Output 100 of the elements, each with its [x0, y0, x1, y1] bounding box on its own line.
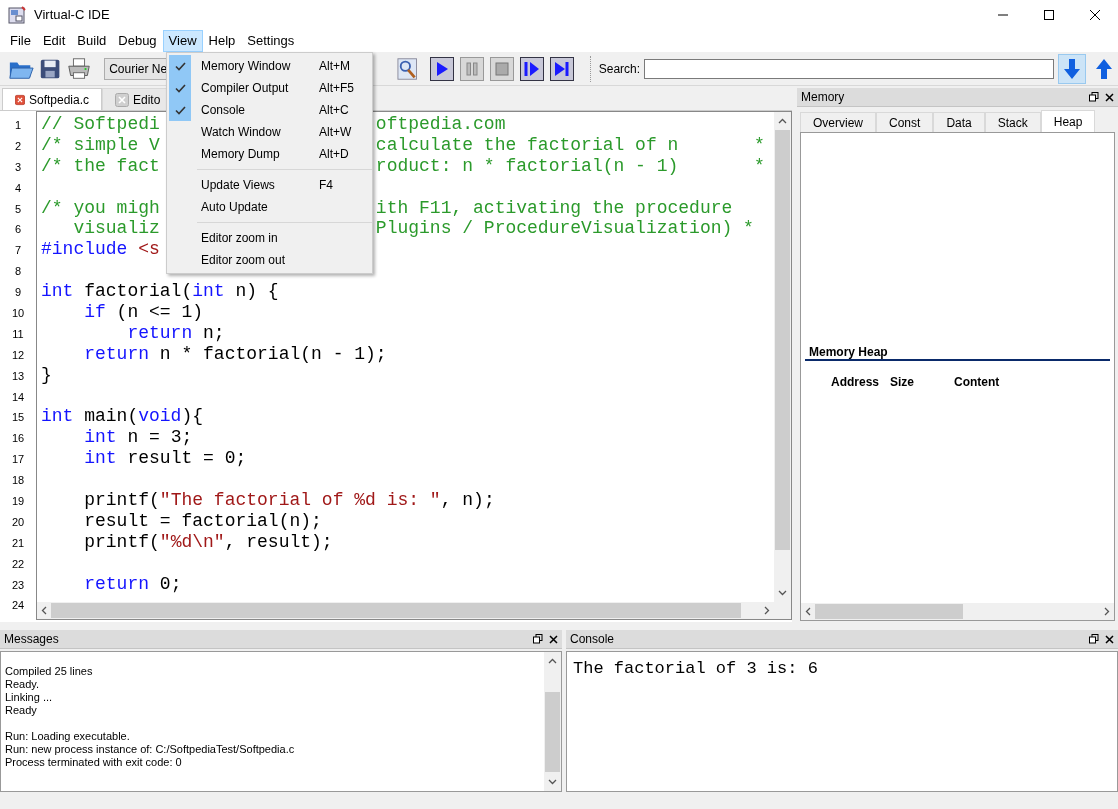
- code-text: }: [41, 364, 52, 385]
- code-keyword: return: [126, 322, 193, 343]
- menu-entry[interactable]: Editor zoom out: [167, 249, 372, 271]
- code-keyword: #include: [41, 239, 128, 260]
- scroll-up-icon[interactable]: [548, 658, 557, 664]
- line-number: 15: [11, 410, 25, 426]
- code-text: n) {: [234, 281, 279, 302]
- memory-tab[interactable]: Const: [876, 112, 934, 132]
- line-number: 10: [11, 305, 25, 321]
- shortcut-text: Alt+F5: [319, 80, 354, 97]
- line-number: 7: [14, 243, 22, 259]
- float-icon[interactable]: [533, 634, 543, 644]
- vertical-scrollbar[interactable]: [774, 112, 791, 602]
- scroll-left-icon[interactable]: [41, 606, 47, 615]
- message-line: Run: new process instance of: C:/SoftpediaTest/Softpedia.c: [5, 743, 296, 756]
- message-line: Process terminated with exit code: 0: [5, 756, 183, 769]
- line-number: 8: [14, 264, 22, 280]
- stop-button[interactable]: [489, 56, 514, 81]
- heap-heading: Memory Heap: [805, 345, 1110, 361]
- code-keyword: return: [83, 343, 150, 364]
- code-text: printf(: [83, 490, 160, 511]
- menu-entry[interactable]: Editor zoom in: [167, 227, 372, 249]
- shortcut-text: Alt+C: [319, 102, 349, 119]
- search-label: Search:: [598, 60, 641, 78]
- menu-entry[interactable]: Update Views F4: [167, 174, 372, 196]
- check-icon: [174, 105, 186, 115]
- horizontal-scrollbar[interactable]: [37, 602, 774, 619]
- scroll-left-icon[interactable]: [805, 607, 811, 616]
- code-keyword: int: [41, 281, 74, 302]
- line-number: 11: [12, 326, 24, 342]
- search-field[interactable]: [644, 58, 1055, 79]
- window-title: Virtual-C IDE: [34, 6, 110, 25]
- console-output: The factorial of 3 is: 6: [573, 658, 819, 680]
- code-text: n * factorial(n - 1);: [158, 343, 387, 364]
- line-number: 6: [14, 222, 22, 238]
- menu-entry[interactable]: Memory Dump Alt+D: [167, 143, 372, 165]
- menu-item[interactable]: Edit: [36, 30, 72, 52]
- code-text: n = 3;: [126, 427, 193, 448]
- code-comment: Plugins / ProcedureVisualization) *: [375, 218, 754, 239]
- step-icon: [522, 59, 541, 78]
- code-text: , n);: [440, 490, 495, 511]
- line-number: 12: [11, 347, 25, 363]
- float-icon[interactable]: [1089, 92, 1099, 102]
- menu-entry[interactable]: Auto Update: [167, 196, 372, 218]
- code-comment: visualiz: [72, 218, 160, 239]
- code-keyword: if: [83, 302, 106, 322]
- scroll-down-icon[interactable]: [778, 590, 787, 596]
- line-number: 2: [14, 138, 22, 154]
- menu-item[interactable]: Build: [71, 30, 113, 52]
- line-number: 22: [11, 556, 25, 572]
- menu-item[interactable]: Debug: [112, 30, 163, 52]
- memory-tab[interactable]: Overview: [800, 112, 876, 132]
- run-button[interactable]: [429, 56, 454, 81]
- step-end-button[interactable]: [549, 56, 574, 81]
- code-string: "%d\n": [159, 531, 225, 552]
- code-text: factorial(: [83, 281, 193, 302]
- line-number: 4: [14, 180, 22, 196]
- close-icon[interactable]: [549, 634, 558, 644]
- code-comment: // Softpedi: [41, 114, 160, 134]
- close-icon[interactable]: [1105, 634, 1114, 644]
- stop-icon: [492, 59, 511, 78]
- horizontal-scrollbar[interactable]: [801, 603, 1114, 620]
- float-icon[interactable]: [1089, 634, 1099, 644]
- menu-entry[interactable]: Watch Window Alt+W: [167, 121, 372, 143]
- scroll-right-icon[interactable]: [1104, 607, 1110, 616]
- message-line: Ready: [5, 704, 38, 717]
- message-line: Linking ...: [5, 691, 54, 704]
- line-number: 18: [11, 473, 25, 489]
- panel-title: Memory: [801, 89, 845, 106]
- code-text: ){: [181, 406, 204, 427]
- printer-icon[interactable]: [66, 55, 93, 82]
- code-comment: /* the fact: [41, 155, 160, 176]
- message-line: Run: Loading executable.: [5, 730, 131, 743]
- step-button[interactable]: [519, 56, 544, 81]
- memory-tab[interactable]: Stack: [984, 112, 1041, 132]
- menu-item[interactable]: File: [4, 30, 37, 52]
- menu-item[interactable]: Settings: [241, 30, 301, 52]
- close-icon[interactable]: [1090, 10, 1100, 20]
- scroll-up-icon[interactable]: [778, 118, 787, 124]
- scroll-down-icon[interactable]: [548, 779, 557, 785]
- memory-tab[interactable]: Data: [933, 112, 985, 132]
- menu-item[interactable]: Help: [202, 30, 242, 52]
- maximize-icon[interactable]: [1044, 10, 1054, 20]
- code-keyword: int: [192, 281, 225, 302]
- find-next-button[interactable]: [1058, 53, 1087, 84]
- step-end-icon: [552, 59, 571, 78]
- memory-tab[interactable]: Heap: [1040, 110, 1096, 132]
- vertical-scrollbar[interactable]: [544, 652, 561, 791]
- code-comment: roduct: n * factorial(n - 1) *: [375, 155, 765, 176]
- panel-title: Console: [570, 631, 615, 648]
- line-number: 24: [11, 598, 25, 614]
- pause-button[interactable]: [459, 56, 484, 81]
- editor-tab[interactable]: Softpedia.c: [2, 88, 102, 110]
- close-icon[interactable]: [1105, 92, 1114, 102]
- code-string: "The factorial of %d is: ": [159, 490, 441, 511]
- scroll-right-icon[interactable]: [764, 606, 770, 615]
- menu-item[interactable]: View: [162, 30, 203, 52]
- line-number: 14: [11, 389, 25, 405]
- shortcut-text: Alt+D: [319, 146, 349, 163]
- void-magnifier-icon[interactable]: [397, 56, 418, 81]
